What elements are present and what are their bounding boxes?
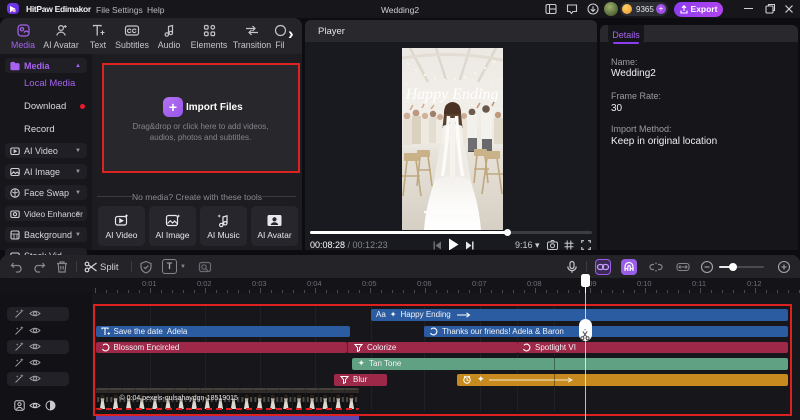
svg-text:Happy Ending: Happy Ending bbox=[405, 86, 499, 103]
